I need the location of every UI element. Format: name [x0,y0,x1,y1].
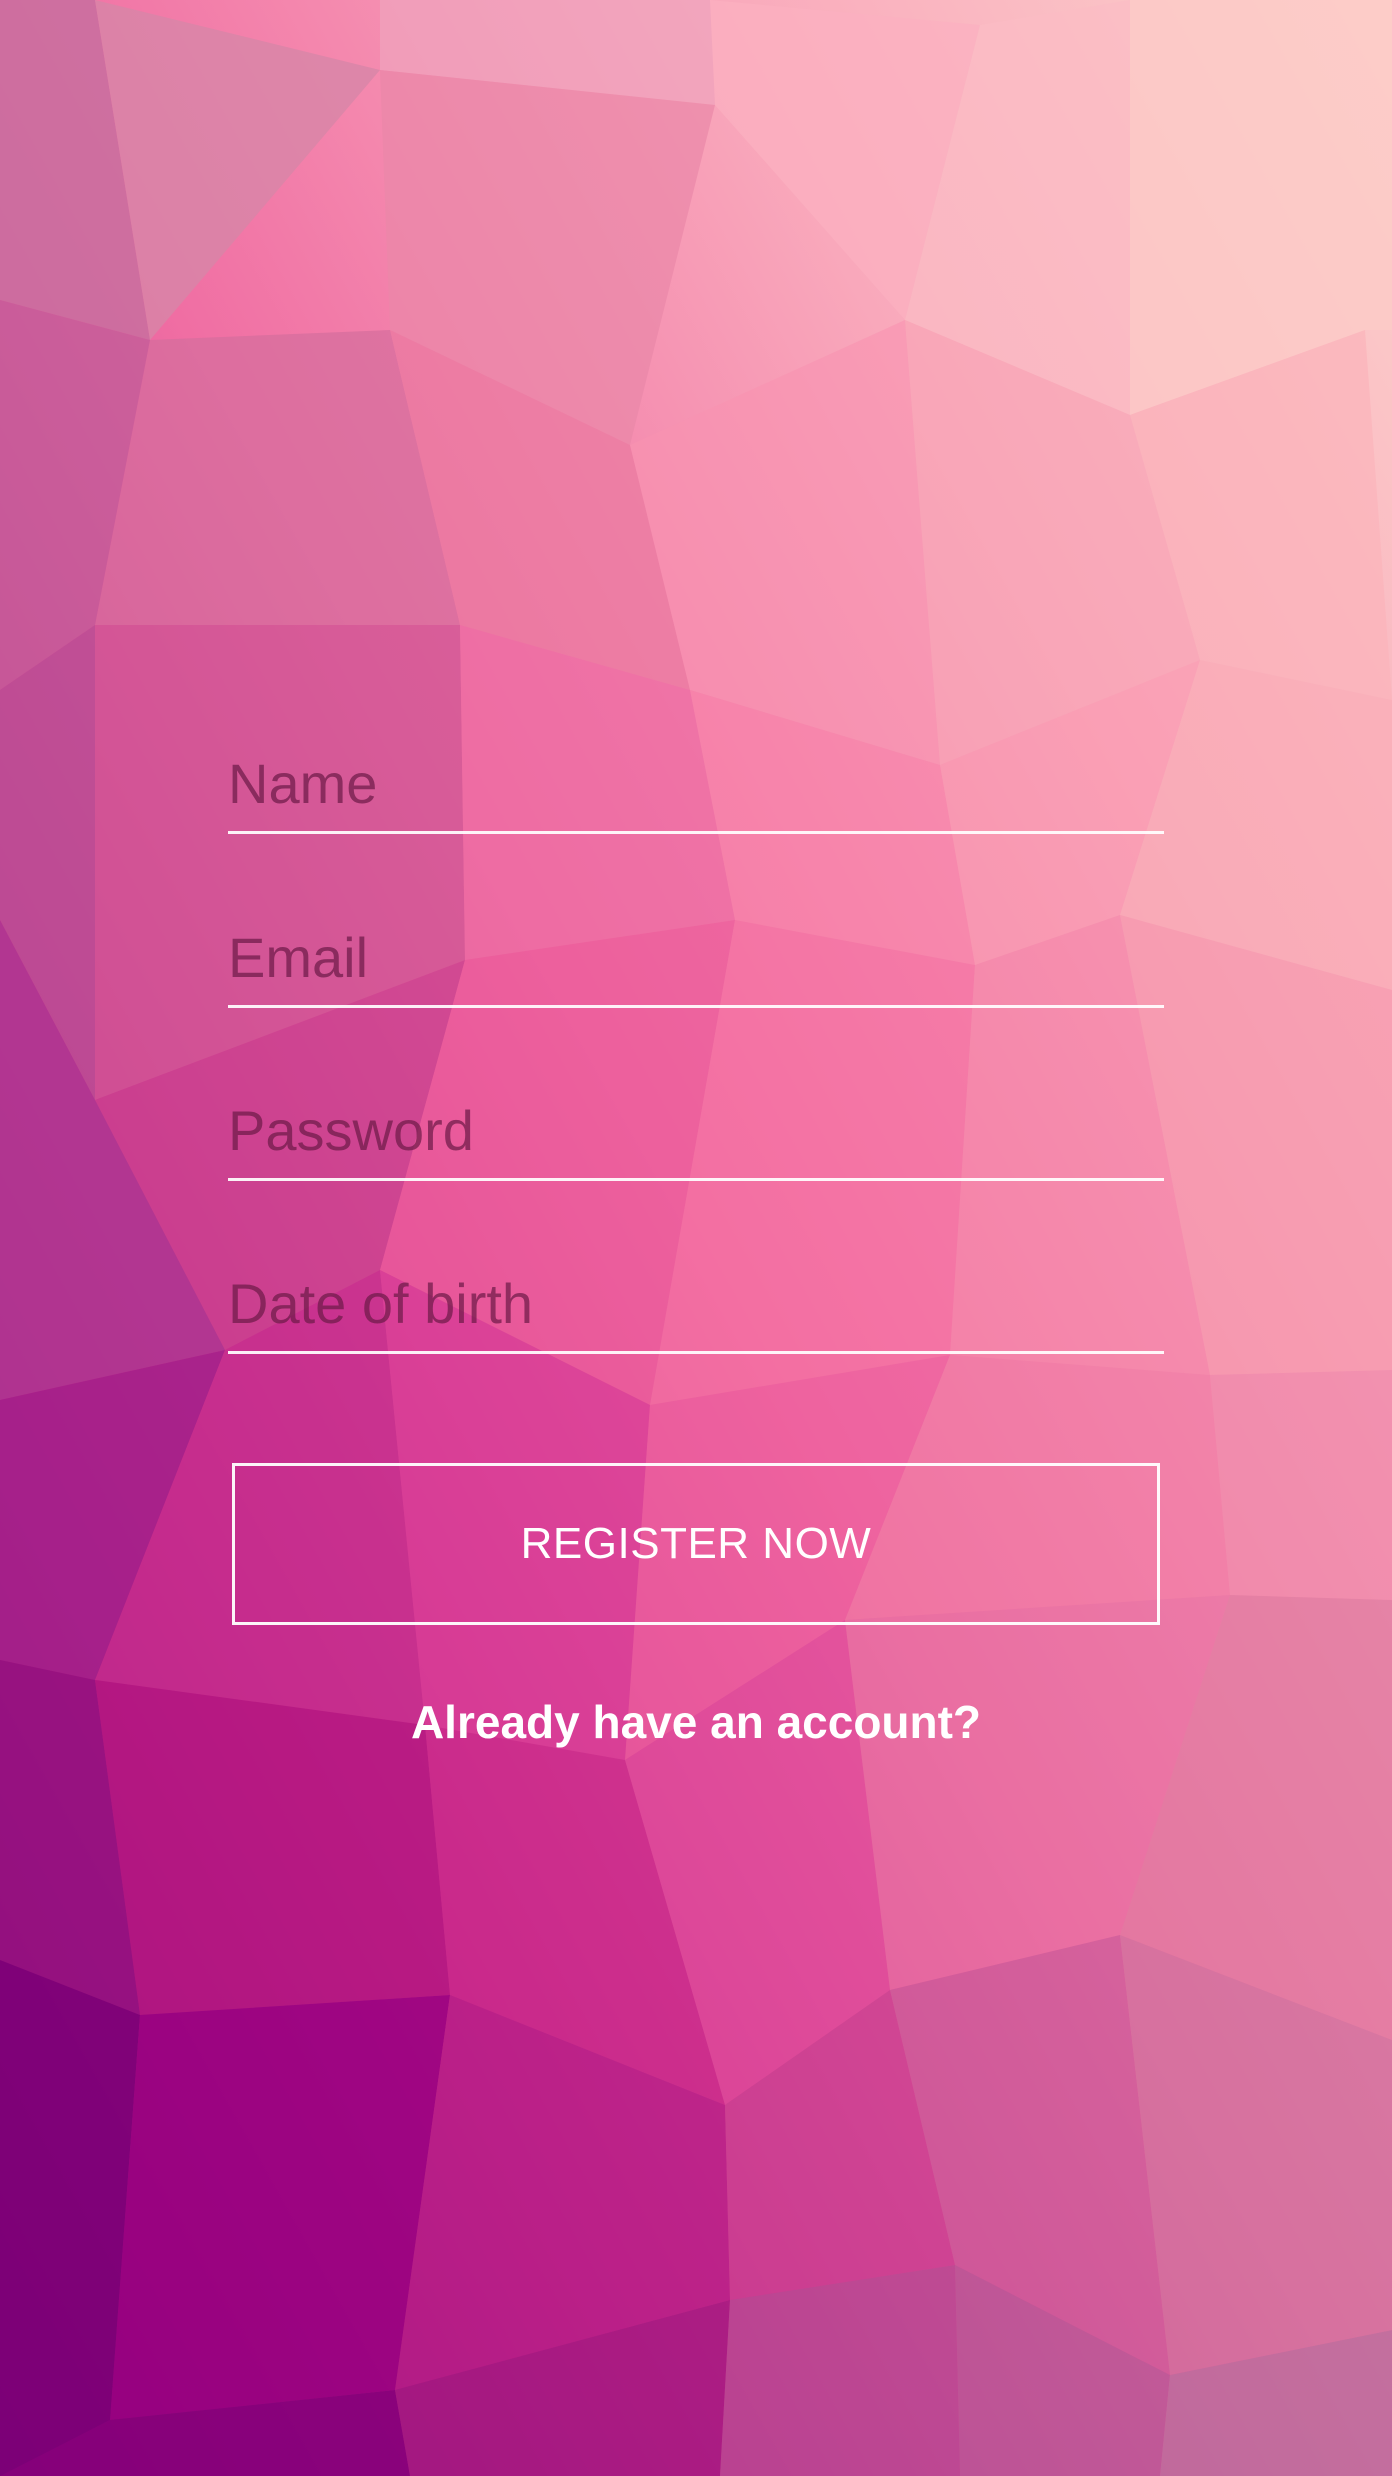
name-input[interactable] [228,747,1164,819]
password-input[interactable] [228,1094,1164,1166]
name-field-container [228,744,1164,834]
date-of-birth-field-container [228,1264,1164,1354]
register-now-button[interactable]: REGISTER NOW [232,1463,1160,1625]
email-field-container [228,918,1164,1008]
password-field-container [228,1091,1164,1181]
date-of-birth-input[interactable] [228,1267,1164,1339]
email-input[interactable] [228,921,1164,993]
already-have-account-link[interactable]: Already have an account? [228,1695,1164,1749]
low-poly-background [0,0,1392,2476]
